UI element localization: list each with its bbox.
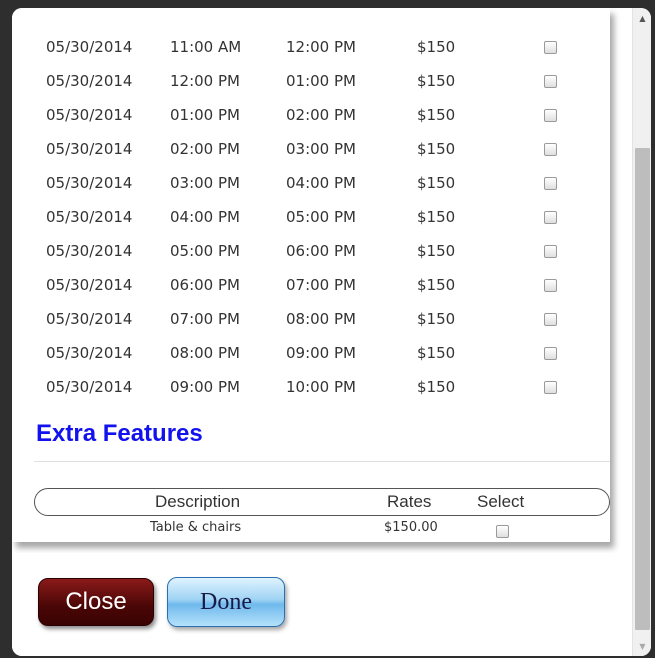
slot-date: 05/30/2014 — [46, 140, 133, 158]
slot-row: 05/30/2014 11:00 AM 12:00 PM $150 — [12, 32, 610, 66]
dialog-footer: Close Done — [12, 553, 632, 656]
dialog-content: 05/30/2014 11:00 AM 12:00 PM $150 05/30/… — [12, 8, 610, 542]
slot-date: 05/30/2014 — [46, 276, 133, 294]
slot-start-time: 06:00 PM — [170, 276, 240, 294]
slot-end-time: 05:00 PM — [286, 208, 356, 226]
slot-row: 05/30/2014 02:00 PM 03:00 PM $150 — [12, 134, 610, 168]
slot-row: 05/30/2014 07:00 PM 08:00 PM $150 — [12, 304, 610, 338]
header-rates: Rates — [387, 492, 432, 511]
close-button[interactable]: Close — [38, 578, 154, 626]
slot-price: $150 — [417, 276, 456, 294]
extra-features-title: Extra Features — [36, 420, 203, 447]
done-button[interactable]: Done — [167, 577, 285, 627]
slot-date: 05/30/2014 — [46, 106, 133, 124]
slot-price: $150 — [417, 174, 456, 192]
slot-price: $150 — [417, 106, 456, 124]
section-divider — [34, 461, 610, 462]
slot-end-time: 08:00 PM — [286, 310, 356, 328]
slot-row: 05/30/2014 05:00 PM 06:00 PM $150 — [12, 236, 610, 270]
slot-end-time: 06:00 PM — [286, 242, 356, 260]
slot-end-time: 01:00 PM — [286, 72, 356, 90]
arrow-up-icon[interactable]: ▲ — [633, 8, 651, 26]
slot-checkbox[interactable] — [544, 279, 557, 292]
slot-row: 05/30/2014 01:00 PM 02:00 PM $150 — [12, 100, 610, 134]
scrollbar-thumb[interactable] — [635, 148, 650, 630]
slot-start-time: 09:00 PM — [170, 378, 240, 396]
slot-end-time: 10:00 PM — [286, 378, 356, 396]
slot-checkbox[interactable] — [544, 245, 557, 258]
slot-checkbox[interactable] — [544, 211, 557, 224]
slot-price: $150 — [417, 38, 456, 56]
slot-checkbox[interactable] — [544, 347, 557, 360]
slot-start-time: 07:00 PM — [170, 310, 240, 328]
slot-price: $150 — [417, 140, 456, 158]
slot-date: 05/30/2014 — [46, 72, 133, 90]
slot-price: $150 — [417, 242, 456, 260]
slot-checkbox[interactable] — [544, 109, 557, 122]
feature-row: Table & chairs $150.00 — [34, 518, 608, 540]
slot-start-time: 01:00 PM — [170, 106, 240, 124]
slot-date: 05/30/2014 — [46, 310, 133, 328]
slot-start-time: 11:00 AM — [170, 38, 242, 56]
slot-start-time: 04:00 PM — [170, 208, 240, 226]
slot-checkbox[interactable] — [544, 313, 557, 326]
slot-end-time: 04:00 PM — [286, 174, 356, 192]
slot-date: 05/30/2014 — [46, 208, 133, 226]
slot-row: 05/30/2014 12:00 PM 01:00 PM $150 — [12, 66, 610, 100]
feature-description: Table & chairs — [150, 520, 242, 535]
slot-row: 05/30/2014 03:00 PM 04:00 PM $150 — [12, 168, 610, 202]
slot-row: 05/30/2014 08:00 PM 09:00 PM $150 — [12, 338, 610, 372]
slot-end-time: 12:00 PM — [286, 38, 356, 56]
header-select: Select — [477, 492, 525, 511]
slot-price: $150 — [417, 378, 456, 396]
slot-price: $150 — [417, 72, 456, 90]
slot-end-time: 07:00 PM — [286, 276, 356, 294]
feature-rate: $150.00 — [384, 520, 438, 535]
slot-end-time: 03:00 PM — [286, 140, 356, 158]
slot-row: 05/30/2014 06:00 PM 07:00 PM $150 — [12, 270, 610, 304]
features-table-header: Description Rates Select — [34, 488, 610, 516]
slot-price: $150 — [417, 344, 456, 362]
header-description: Description — [155, 492, 241, 511]
slot-start-time: 02:00 PM — [170, 140, 240, 158]
vertical-scrollbar[interactable]: ▲ ▼ — [632, 8, 651, 656]
slot-row: 05/30/2014 09:00 PM 10:00 PM $150 — [12, 372, 610, 406]
slot-checkbox[interactable] — [544, 177, 557, 190]
booking-dialog: 05/30/2014 11:00 AM 12:00 PM $150 05/30/… — [12, 8, 651, 656]
slot-start-time: 08:00 PM — [170, 344, 240, 362]
slot-price: $150 — [417, 208, 456, 226]
slot-checkbox[interactable] — [544, 41, 557, 54]
slot-date: 05/30/2014 — [46, 378, 133, 396]
slot-date: 05/30/2014 — [46, 344, 133, 362]
slot-row: 05/30/2014 04:00 PM 05:00 PM $150 — [12, 202, 610, 236]
slot-end-time: 02:00 PM — [286, 106, 356, 124]
slot-date: 05/30/2014 — [46, 38, 133, 56]
slot-price: $150 — [417, 310, 456, 328]
slot-end-time: 09:00 PM — [286, 344, 356, 362]
slot-date: 05/30/2014 — [46, 242, 133, 260]
slot-date: 05/30/2014 — [46, 174, 133, 192]
slot-start-time: 03:00 PM — [170, 174, 240, 192]
slot-checkbox[interactable] — [544, 381, 557, 394]
slot-start-time: 12:00 PM — [170, 72, 240, 90]
slot-start-time: 05:00 PM — [170, 242, 240, 260]
arrow-down-icon[interactable]: ▼ — [633, 638, 651, 656]
slot-checkbox[interactable] — [544, 75, 557, 88]
slot-checkbox[interactable] — [544, 143, 557, 156]
feature-checkbox[interactable] — [496, 525, 509, 538]
